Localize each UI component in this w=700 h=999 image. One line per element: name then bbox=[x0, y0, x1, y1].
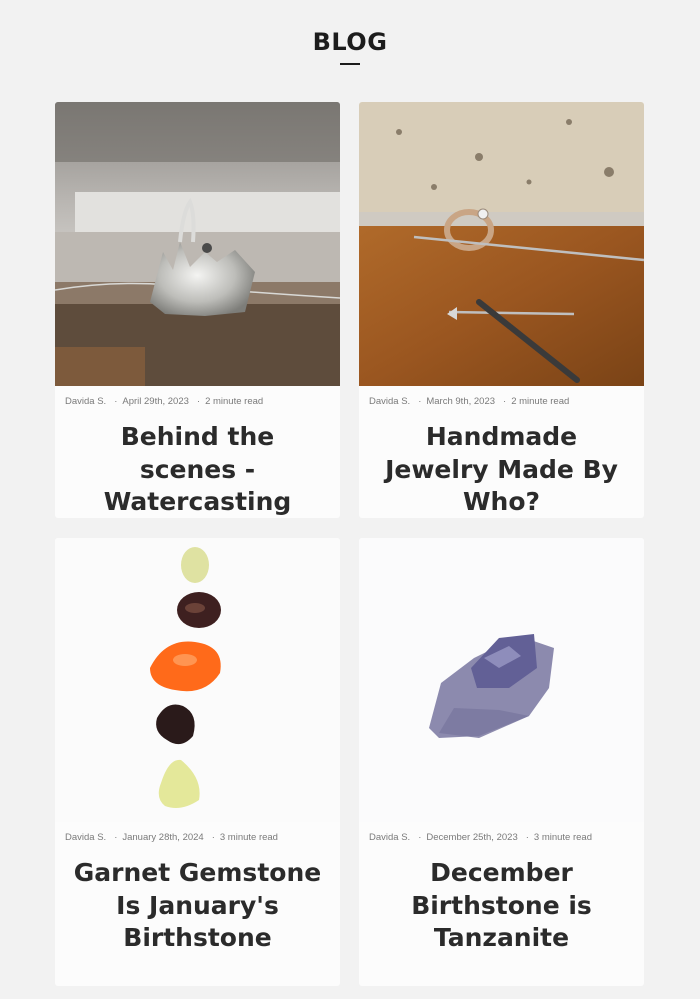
post-read-time: 2 minute read bbox=[205, 395, 264, 407]
post-image-tanzanite[interactable] bbox=[359, 538, 644, 822]
post-meta: Davida S. · April 29th, 2023 · 2 minute … bbox=[55, 386, 340, 416]
post-meta: Davida S. · January 28th, 2024 · 3 minut… bbox=[55, 822, 340, 852]
blog-post-card[interactable]: Davida S. · January 28th, 2024 · 3 minut… bbox=[55, 538, 340, 986]
post-author[interactable]: Davida S. bbox=[65, 832, 106, 843]
meta-separator: · bbox=[418, 831, 422, 843]
post-image-handmade-jewelry[interactable] bbox=[359, 102, 644, 386]
post-title[interactable]: Garnet Gemstone Is January's Birthstone bbox=[55, 852, 340, 955]
post-title[interactable]: Behind the scenes - Watercasting bbox=[55, 416, 340, 518]
post-read-time: 3 minute read bbox=[219, 831, 278, 843]
post-date: March 9th, 2023 bbox=[426, 395, 496, 407]
meta-separator: · bbox=[211, 831, 215, 843]
post-read-time: 3 minute read bbox=[533, 831, 592, 843]
blog-post-card[interactable]: Davida S. · April 29th, 2023 · 2 minute … bbox=[55, 102, 340, 518]
post-author[interactable]: Davida S. bbox=[369, 396, 410, 407]
meta-separator: · bbox=[525, 831, 529, 843]
post-title[interactable]: December Birthstone is Tanzanite bbox=[359, 852, 644, 955]
meta-separator: · bbox=[503, 395, 507, 407]
post-meta: Davida S. · March 9th, 2023 · 2 minute r… bbox=[359, 386, 644, 416]
post-image-garnet-graphic bbox=[55, 538, 340, 822]
post-title[interactable]: Handmade Jewelry Made By Who? bbox=[359, 416, 644, 518]
title-underline bbox=[340, 63, 360, 65]
meta-separator: · bbox=[418, 395, 422, 407]
post-author[interactable]: Davida S. bbox=[65, 396, 106, 407]
post-date: January 28th, 2024 bbox=[122, 831, 204, 843]
meta-separator: · bbox=[114, 831, 118, 843]
blog-header: BLOG bbox=[0, 0, 700, 100]
blog-post-card[interactable]: Davida S. · December 25th, 2023 · 3 minu… bbox=[359, 538, 644, 986]
post-image-watercasting[interactable] bbox=[55, 102, 340, 386]
post-meta: Davida S. · December 25th, 2023 · 3 minu… bbox=[359, 822, 644, 852]
blog-post-card[interactable]: Davida S. · March 9th, 2023 · 2 minute r… bbox=[359, 102, 644, 518]
post-image-handmade-jewelry-graphic bbox=[359, 102, 644, 386]
post-date: April 29th, 2023 bbox=[122, 395, 189, 407]
post-image-garnet[interactable] bbox=[55, 538, 340, 822]
post-image-tanzanite-graphic bbox=[359, 538, 644, 822]
post-author[interactable]: Davida S. bbox=[369, 832, 410, 843]
post-image-watercasting-graphic bbox=[55, 102, 340, 386]
meta-separator: · bbox=[114, 395, 118, 407]
post-date: December 25th, 2023 bbox=[426, 831, 518, 843]
meta-separator: · bbox=[196, 395, 201, 407]
page-title: BLOG bbox=[312, 28, 388, 56]
post-read-time: 2 minute read bbox=[511, 395, 570, 407]
